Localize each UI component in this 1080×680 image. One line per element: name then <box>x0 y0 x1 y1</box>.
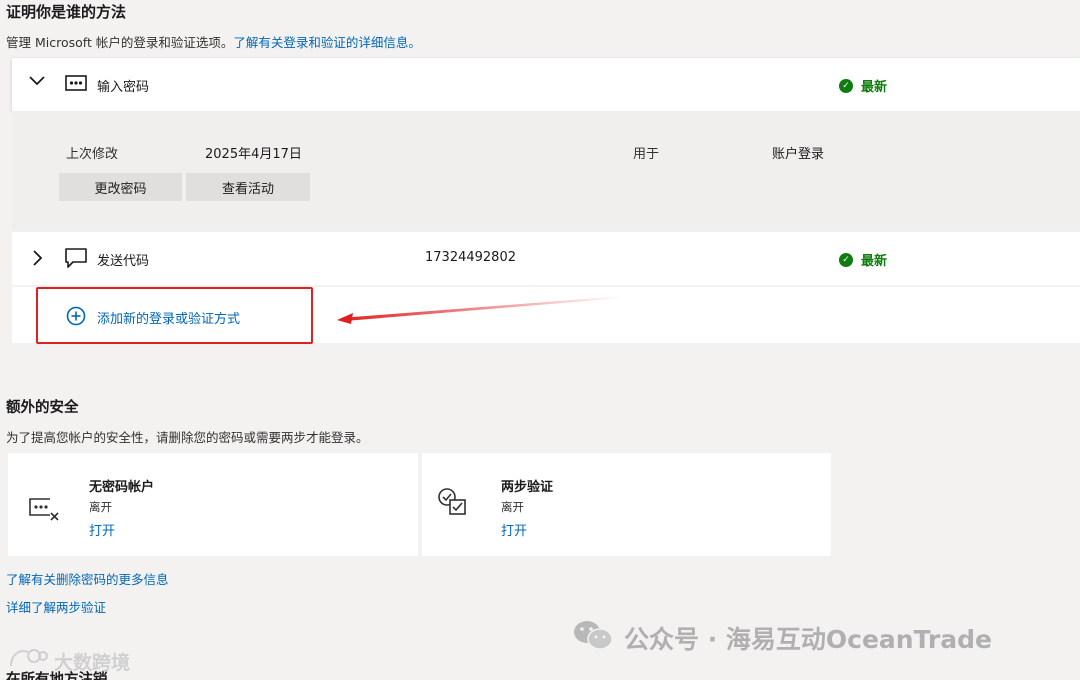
used-for-label: 用于 <box>633 147 660 162</box>
watermark-text-left: 大数跨境 <box>54 652 131 674</box>
method-row-password[interactable]: 输入密码 ✓ 最新 <box>12 58 1080 111</box>
passwordless-icon <box>28 495 62 527</box>
card-title: 无密码帐户 <box>89 480 155 495</box>
method-label: 输入密码 <box>97 80 150 95</box>
learn-two-step-link[interactable]: 详细了解两步验证 <box>6 597 106 616</box>
section-subtitle: 为了提高您帐户的安全性，请删除您的密码或需要两步才能登录。 <box>6 430 369 445</box>
page-title: 证明你是谁的方法 <box>6 3 127 21</box>
card-state: 离开 <box>501 500 524 514</box>
chevron-down-icon[interactable] <box>28 75 46 91</box>
chat-bubble-icon <box>64 247 88 273</box>
status-text: 最新 <box>861 80 888 95</box>
method-row-send-code[interactable]: 发送代码 17324492802 ✓ 最新 <box>12 232 1080 285</box>
watermark-text: 公众号 · 海易互动OceanTrade <box>624 625 992 654</box>
annotation-arrow <box>337 296 623 324</box>
two-step-icon <box>437 487 469 521</box>
turn-on-passwordless-link[interactable]: 打开 <box>89 520 115 539</box>
method-label: 发送代码 <box>97 254 150 269</box>
status-badge: ✓ 最新 <box>839 76 887 95</box>
highlight-box <box>36 287 313 344</box>
card-passwordless: 无密码帐户 离开 打开 <box>8 453 418 556</box>
password-dots-icon <box>65 75 87 95</box>
used-for-value: 账户登录 <box>772 147 825 162</box>
card-title: 两步验证 <box>501 480 554 495</box>
chevron-right-icon[interactable] <box>32 249 44 271</box>
method-details-password: 上次修改 2025年4月17日 用于 账户登录 更改密码 查看活动 <box>12 111 1080 231</box>
last-modified-value: 2025年4月17日 <box>205 147 302 162</box>
check-circle-icon: ✓ <box>839 78 853 93</box>
wechat-logo-icon <box>572 618 614 656</box>
page-subtitle: 管理 Microsoft 帐户的登录和验证选项。了解有关登录和验证的详细信息。 <box>6 32 421 51</box>
status-badge: ✓ 最新 <box>839 250 887 269</box>
card-two-step: 两步验证 离开 打开 <box>422 453 831 556</box>
watermark-logo-icon <box>8 646 48 674</box>
phone-number: 17324492802 <box>425 250 516 265</box>
check-circle-icon: ✓ <box>839 252 853 267</box>
turn-on-two-step-link[interactable]: 打开 <box>501 520 527 539</box>
learn-more-sign-in-link[interactable]: 了解有关登录和验证的详细信息。 <box>233 35 421 50</box>
status-text: 最新 <box>861 254 888 269</box>
view-activity-button[interactable]: 查看活动 <box>186 173 310 201</box>
last-modified-label: 上次修改 <box>66 147 119 162</box>
change-password-button[interactable]: 更改密码 <box>59 173 182 201</box>
subtitle-text: 管理 Microsoft 帐户的登录和验证选项。 <box>6 35 234 50</box>
section-title-extra-security: 额外的安全 <box>6 400 79 416</box>
learn-remove-password-link[interactable]: 了解有关删除密码的更多信息 <box>6 569 169 588</box>
card-state: 离开 <box>89 500 112 514</box>
